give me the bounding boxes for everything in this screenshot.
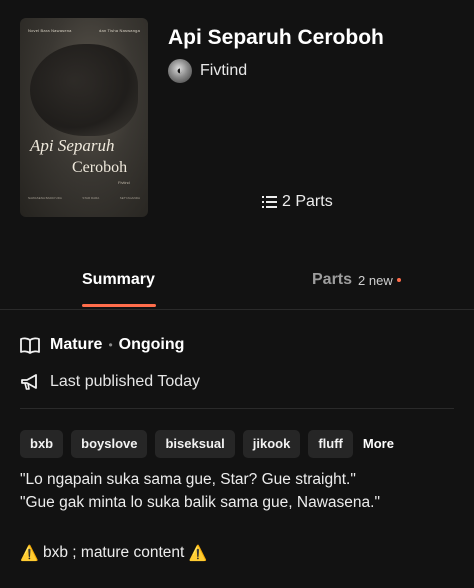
book-open-icon xyxy=(20,336,40,354)
rating-status-row: Mature • Ongoing xyxy=(20,336,184,354)
cover-credit-right: dan Tisha Naswanga xyxy=(99,28,140,33)
cover-footer-left: NAWASENA BARAYUDA xyxy=(28,196,62,200)
tag-chip[interactable]: jikook xyxy=(242,430,301,458)
story-title: Api Separuh Ceroboh xyxy=(168,26,384,49)
status-label: Ongoing xyxy=(118,336,185,353)
cover-footer-right: SETYAGANDA xyxy=(119,196,140,200)
cover-credit-left: Novel Bara Nawasena xyxy=(28,28,72,33)
tab-summary[interactable]: Summary xyxy=(82,271,155,289)
tag-list: bxb boyslove biseksual jikook fluff More xyxy=(20,430,394,458)
warning-icon: ⚠️ xyxy=(188,545,208,562)
content-warning: ⚠️ bxb ; mature content ⚠️ xyxy=(20,544,207,562)
tag-chip[interactable]: bxb xyxy=(20,430,64,458)
tab-parts-label: Parts xyxy=(312,271,353,288)
megaphone-icon xyxy=(21,373,37,390)
tabs-divider xyxy=(0,309,474,310)
published-row: Last published Today xyxy=(20,373,200,391)
cover-photo xyxy=(30,44,138,136)
book-cover[interactable]: Novel Bara Nawasena dan Tisha Naswanga A… xyxy=(20,18,148,217)
rating-label: Mature xyxy=(50,336,103,353)
meta-separator: • xyxy=(108,338,113,352)
story-description: "Lo ngapain suka sama gue, Star? Gue str… xyxy=(20,468,460,514)
cover-footer-mid: STAR DARA xyxy=(82,196,100,200)
description-line: "Gue gak minta lo suka balik sama gue, N… xyxy=(20,494,380,511)
author-link[interactable]: ◐ Fivtind xyxy=(168,59,247,83)
cover-signature: Fivtind xyxy=(118,180,130,185)
new-indicator-dot xyxy=(396,278,401,282)
parts-label: 2 Parts xyxy=(282,193,333,210)
tab-active-indicator xyxy=(82,304,156,307)
tag-chip[interactable]: fluff xyxy=(308,430,353,458)
author-avatar[interactable]: ◐ xyxy=(168,59,192,83)
cover-title-line2: Ceroboh xyxy=(72,159,128,176)
tag-chip[interactable]: biseksual xyxy=(155,430,235,458)
parts-count[interactable]: 2 Parts xyxy=(262,193,333,211)
cover-footer: NAWASENA BARAYUDA STAR DARA SETYAGANDA xyxy=(28,196,140,200)
warning-icon: ⚠️ xyxy=(20,545,39,562)
cover-title-line1: Api Separuh xyxy=(30,136,115,155)
list-icon xyxy=(262,196,277,208)
last-published-text: Last published Today xyxy=(50,373,201,390)
tab-parts[interactable]: Parts 2 new xyxy=(312,271,401,289)
tag-chip[interactable]: boyslove xyxy=(71,430,148,458)
warning-text: bxb ; mature content xyxy=(38,544,189,561)
tab-parts-new-count: 2 new xyxy=(358,272,393,288)
author-name[interactable]: Fivtind xyxy=(200,62,247,80)
more-tags-button[interactable]: More xyxy=(363,430,394,458)
description-line: "Lo ngapain suka sama gue, Star? Gue str… xyxy=(20,471,356,488)
section-divider xyxy=(20,408,454,409)
